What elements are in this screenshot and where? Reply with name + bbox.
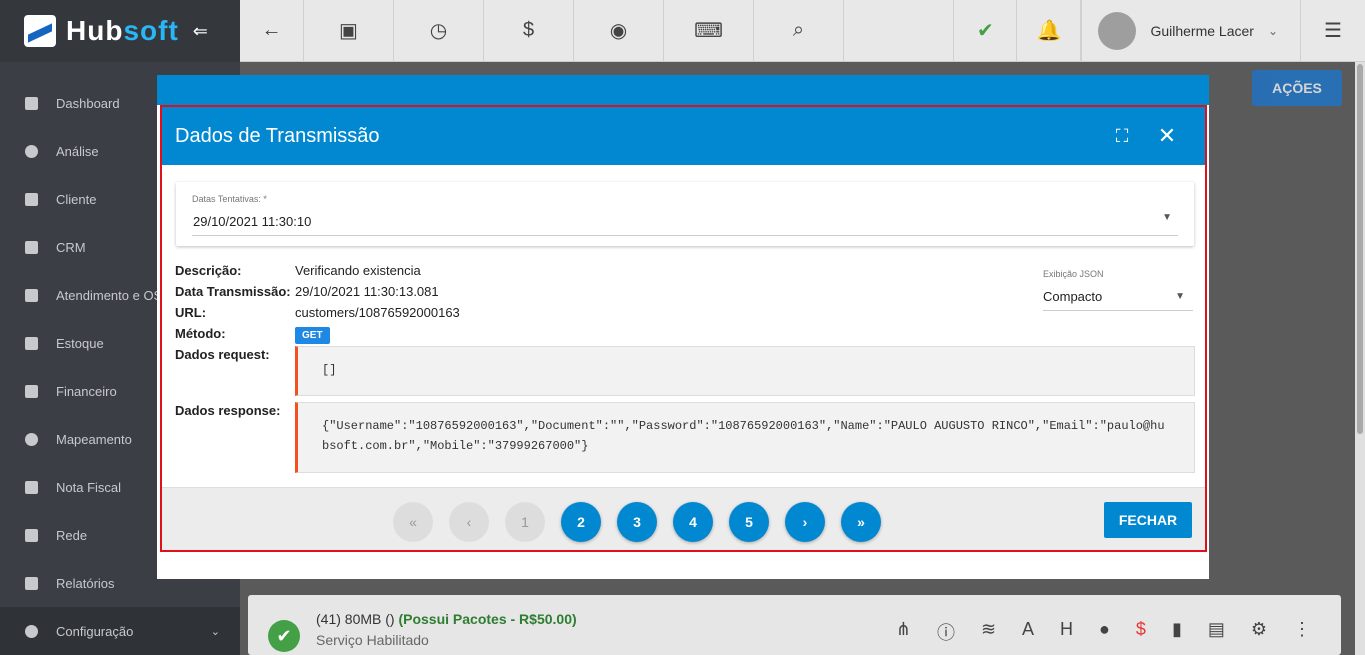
request-body: [] [295, 346, 1195, 396]
field-url: URL: customers/10876592000163 [175, 305, 460, 320]
document-icon[interactable]: ▤ [1208, 619, 1225, 645]
chevron-down-icon: ⌄ [210, 625, 220, 638]
response-label: Dados response: [175, 403, 281, 418]
check-icon[interactable]: ✔ [953, 0, 1018, 62]
terminal-icon[interactable]: ⌨ [664, 0, 754, 62]
logo[interactable]: Hubsoft ⇐ [0, 0, 240, 62]
money-icon [25, 384, 38, 398]
transmission-modal: Dados de Transmissão ⛶ ✕ Datas Tentativa… [160, 105, 1207, 552]
service-card: ✔ (41) 80MB () (Possui Pacotes - R$50.00… [248, 595, 1341, 655]
service-status: Serviço Habilitado [316, 632, 429, 648]
request-label: Dados request: [175, 347, 270, 362]
more-vert-icon[interactable]: ⋮ [1293, 619, 1311, 645]
map-pin-icon[interactable]: ● [1099, 619, 1110, 645]
search-icon[interactable]: ⌕ [754, 0, 844, 62]
close-icon[interactable]: ✕ [1142, 123, 1192, 149]
dates-select-label: Datas Tentativas: * [192, 194, 267, 204]
network-icon[interactable]: ⋔ [896, 619, 911, 645]
dropdown-arrow-icon: ▼ [1175, 291, 1185, 302]
field-data-transmissao: Data Transmissão: 29/10/2021 11:30:13.081 [175, 284, 439, 299]
bell-icon[interactable]: 🔔 [1017, 0, 1082, 62]
page-5-button[interactable]: 5 [729, 502, 769, 542]
service-actions: ⋔ ⓘ ≋ A H ● $ ▮ ▤ ⚙ ⋮ [896, 619, 1311, 645]
signal-icon[interactable]: A [1022, 619, 1034, 645]
topbar: ← ▣ ◷ $ ◉ ⌨ ⌕ ✔ 🔔 Guilherme Lacer ⌄ ☰ [240, 0, 1365, 62]
json-display-label: Exibição JSON [1043, 269, 1104, 279]
box-icon [25, 336, 38, 350]
dates-select[interactable]: Datas Tentativas: * 29/10/2021 11:30:10 … [176, 182, 1194, 246]
page-4-button[interactable]: 4 [673, 502, 713, 542]
contact-card-icon [25, 192, 38, 206]
dropdown-arrow-icon: ▼ [1162, 212, 1172, 223]
chevron-down-icon: ⌄ [1267, 23, 1278, 38]
page-3-button[interactable]: 3 [617, 502, 657, 542]
plan-text: (41) 80MB () (Possui Pacotes - R$50.00) [316, 611, 577, 627]
gear-icon [25, 624, 38, 638]
menu-icon[interactable]: ☰ [1301, 0, 1365, 62]
first-page-button[interactable]: « [393, 502, 433, 542]
acoes-button[interactable]: AÇÕES [1252, 70, 1342, 106]
page-1-button[interactable]: 1 [505, 502, 545, 542]
field-metodo: Método: GET [175, 326, 330, 344]
map-pin-icon [25, 432, 38, 446]
json-display-value: Compacto [1043, 289, 1193, 311]
server-icon [25, 528, 38, 542]
chart-icon[interactable]: ▮ [1172, 619, 1182, 645]
fullscreen-icon[interactable]: ⛶ [1102, 126, 1142, 147]
prev-page-button[interactable]: ‹ [449, 502, 489, 542]
collapse-sidebar-icon[interactable]: ⇐ [193, 21, 208, 42]
modal-header: Dados de Transmissão ⛶ ✕ [162, 107, 1205, 165]
json-display-select[interactable]: Exibição JSON Compacto ▼ [1043, 269, 1193, 311]
h-icon[interactable]: H [1060, 619, 1073, 645]
calendar-icon[interactable]: ◷ [394, 0, 484, 62]
user-name: Guilherme Lacer [1150, 22, 1254, 39]
dollar-icon[interactable]: $ [484, 0, 574, 62]
check-circle-icon: ✔ [268, 620, 300, 652]
gear-icon[interactable]: ⚙ [1251, 619, 1267, 645]
pagination: « ‹ 1 2 3 4 5 › » [393, 502, 881, 542]
field-descricao: Descrição: Verificando existencia [175, 263, 421, 278]
last-page-button[interactable]: » [841, 502, 881, 542]
modal-footer: « ‹ 1 2 3 4 5 › » FECHAR [162, 487, 1205, 550]
brand-name: Hubsoft [66, 15, 179, 46]
dates-select-value: 29/10/2021 11:30:10 [193, 214, 312, 229]
dollar-icon[interactable]: $ [1136, 619, 1146, 645]
page-scrollbar[interactable] [1355, 62, 1365, 655]
dashboard-icon [25, 96, 38, 110]
next-page-button[interactable]: › [785, 502, 825, 542]
modal-title: Dados de Transmissão [175, 124, 380, 147]
back-icon[interactable]: ← [240, 0, 304, 62]
board-icon [25, 240, 38, 254]
page-2-button[interactable]: 2 [561, 502, 601, 542]
pie-chart-icon [25, 144, 38, 158]
calendar-clock-icon [25, 288, 38, 302]
report-icon [25, 576, 38, 590]
info-icon[interactable]: ⓘ [937, 619, 955, 645]
receipt-icon [25, 480, 38, 494]
method-badge: GET [295, 327, 330, 344]
wifi-icon[interactable]: ≋ [981, 619, 996, 645]
close-button[interactable]: FECHAR [1104, 502, 1192, 538]
avatar [1098, 11, 1137, 50]
eye-icon[interactable]: ◉ [574, 0, 664, 62]
response-body: {"Username":"10876592000163","Document":… [295, 402, 1195, 473]
user-menu[interactable]: Guilherme Lacer ⌄ [1081, 0, 1301, 62]
contact-icon[interactable]: ▣ [304, 0, 394, 62]
sidebar-item-configuracao[interactable]: Configuração ⌄ [0, 607, 240, 655]
hubsoft-logo-icon [24, 15, 56, 47]
